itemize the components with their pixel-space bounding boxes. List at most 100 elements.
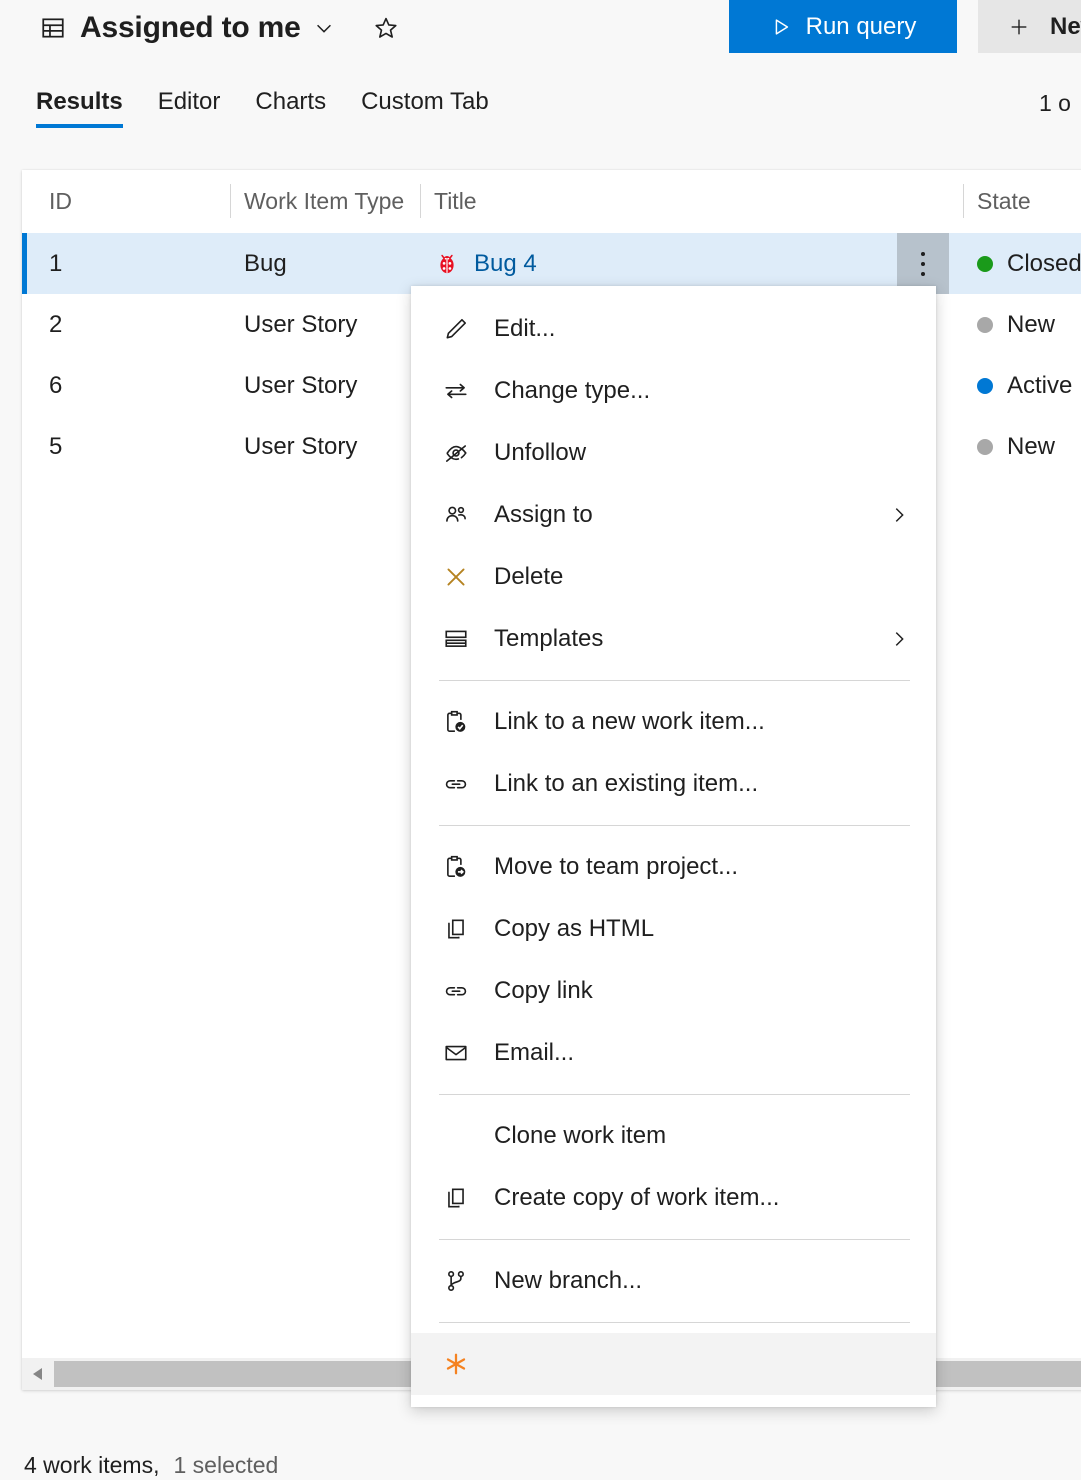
column-header-work-item-type[interactable]: Work Item Type [244, 170, 404, 232]
plus-icon [1008, 16, 1030, 38]
tab-custom-tab[interactable]: Custom Tab [361, 78, 489, 132]
status-badge-dot [977, 439, 993, 455]
menu-separator [439, 1239, 910, 1240]
branch-icon [443, 1268, 481, 1294]
bug-ladybug-icon [434, 251, 460, 277]
tab-charts[interactable]: Charts [255, 78, 326, 132]
menu-item-change-type[interactable]: Change type... [411, 360, 936, 422]
state-label: Closed [1007, 250, 1081, 278]
menu-separator [439, 680, 910, 681]
menu-item-label: Unfollow [494, 439, 586, 467]
row-context-menu: Edit... Change type... Unfollow [411, 286, 936, 1407]
new-work-item-button[interactable]: New [978, 0, 1081, 53]
menu-item-label: Copy as HTML [494, 915, 654, 943]
column-header-state[interactable]: State [977, 170, 1031, 232]
page-title: Assigned to me [80, 11, 301, 45]
column-header-id[interactable]: ID [49, 170, 72, 232]
tab-list: Results Editor Charts Custom Tab [36, 78, 489, 132]
play-triangle-icon [770, 16, 792, 38]
table-row[interactable]: 1 Bug [22, 233, 1081, 294]
caret-left-icon[interactable] [22, 1358, 54, 1390]
menu-item-new-branch[interactable]: New branch... [411, 1250, 936, 1312]
result-count-label: 1 o [1039, 90, 1081, 117]
work-item-title-link[interactable]: Bug 4 [474, 250, 537, 278]
clipboard-arrow-icon [443, 854, 481, 880]
cell-work-item-type: User Story [244, 294, 357, 355]
tab-editor[interactable]: Editor [158, 78, 221, 132]
menu-item-label: Templates [494, 625, 603, 653]
asterisk-icon [443, 1351, 481, 1377]
menu-item-label: Copy link [494, 977, 593, 1005]
link-icon [443, 771, 481, 797]
chevron-down-icon[interactable] [313, 17, 335, 39]
run-query-button[interactable]: Run query [729, 0, 957, 53]
grid-table-icon [40, 15, 66, 41]
status-badge-dot [977, 378, 993, 394]
menu-item-assign-to[interactable]: Assign to [411, 484, 936, 546]
menu-item-label: Link to a new work item... [494, 708, 765, 736]
state-label: New [1007, 433, 1055, 461]
menu-item-label: Change type... [494, 377, 650, 405]
menu-item-clone-work-item[interactable]: Clone work item [411, 1105, 936, 1167]
cell-id: 6 [49, 355, 62, 416]
menu-item-copy-as-html[interactable]: Copy as HTML [411, 898, 936, 960]
menu-separator [439, 825, 910, 826]
cell-state: Active [977, 355, 1072, 416]
status-badge-dot [977, 317, 993, 333]
menu-item-link-to-new-work-item[interactable]: Link to a new work item... [411, 691, 936, 753]
menu-item-move-to-team-project[interactable]: Move to team project... [411, 836, 936, 898]
menu-separator [439, 1322, 910, 1323]
tab-bar: Results Editor Charts Custom Tab 1 o [0, 78, 1081, 160]
chevron-right-icon [888, 504, 910, 526]
new-button-label: New [1050, 13, 1081, 41]
menu-item-email[interactable]: Email... [411, 1022, 936, 1084]
cell-id: 1 [49, 233, 62, 294]
menu-item-delete[interactable]: Delete [411, 546, 936, 608]
menu-item-templates[interactable]: Templates [411, 608, 936, 670]
eye-off-icon [443, 440, 481, 466]
menu-item-label: Delete [494, 563, 563, 591]
menu-item-copy-link[interactable]: Copy link [411, 960, 936, 1022]
status-bar: 4 work items, 1 selected [24, 1452, 278, 1479]
x-cross-icon [443, 564, 481, 590]
cell-state: New [977, 416, 1055, 477]
menu-item-label: Move to team project... [494, 853, 738, 881]
cell-state: Closed [977, 233, 1081, 294]
menu-item-edit[interactable]: Edit... [411, 298, 936, 360]
status-badge-dot [977, 256, 993, 272]
tab-results[interactable]: Results [36, 78, 123, 132]
cell-title: Bug 4 [434, 233, 537, 294]
chevron-right-icon [888, 628, 910, 650]
copy-icon [443, 1185, 481, 1211]
star-outline-icon[interactable] [373, 15, 399, 41]
cell-state: New [977, 294, 1055, 355]
cell-work-item-type: Bug [244, 233, 287, 294]
people-icon [443, 502, 481, 528]
menu-item-custom-query-result[interactable] [411, 1333, 936, 1395]
menu-item-label: Edit... [494, 315, 555, 343]
envelope-icon [443, 1040, 481, 1066]
query-title-group: Assigned to me [40, 0, 399, 55]
swap-arrows-icon [443, 378, 481, 404]
selected-count-label: 1 selected [173, 1452, 278, 1479]
column-header-title[interactable]: Title [434, 170, 477, 232]
menu-item-label: Assign to [494, 501, 593, 529]
run-query-label: Run query [806, 13, 917, 41]
menu-item-label: New branch... [494, 1267, 642, 1295]
cell-id: 2 [49, 294, 62, 355]
menu-item-label: Email... [494, 1039, 574, 1067]
cell-id: 5 [49, 416, 62, 477]
pencil-icon [443, 316, 481, 342]
row-context-menu-button[interactable] [897, 233, 949, 294]
state-label: Active [1007, 372, 1072, 400]
cell-work-item-type: User Story [244, 416, 357, 477]
menu-item-unfollow[interactable]: Unfollow [411, 422, 936, 484]
cell-work-item-type: User Story [244, 355, 357, 416]
templates-icon [443, 626, 481, 652]
menu-separator [439, 1094, 910, 1095]
link-icon [443, 978, 481, 1004]
work-item-count-label: 4 work items, [24, 1452, 159, 1479]
page-header: Assigned to me Run query New [0, 0, 1081, 78]
menu-item-create-copy-of-work-item[interactable]: Create copy of work item... [411, 1167, 936, 1229]
menu-item-link-to-existing-item[interactable]: Link to an existing item... [411, 753, 936, 815]
